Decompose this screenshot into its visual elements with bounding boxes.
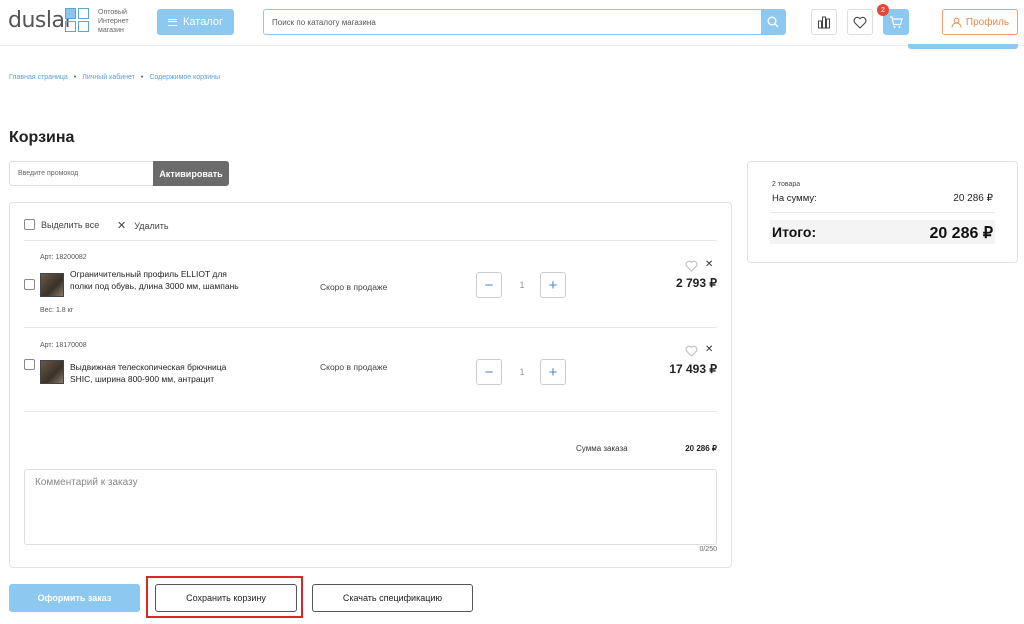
order-comment-field[interactable] [24, 469, 717, 545]
summary-item-count: 2 товара [772, 181, 801, 188]
summary-total-value: 20 286 ₽ [929, 225, 993, 242]
cart-badge: 2 [877, 4, 889, 16]
breadcrumb-cart[interactable]: Содержимое корзины [149, 74, 220, 81]
place-order-button[interactable]: Оформить заказ [9, 584, 140, 612]
summary-total-label: Итого: [772, 224, 817, 240]
logo-sub-line: магазин [98, 27, 124, 34]
search-icon [767, 16, 779, 28]
decrease-quantity-button[interactable]: − [476, 272, 502, 298]
item-weight: Вес: 1.8 кг [40, 307, 74, 314]
delete-label: Удалить [134, 220, 169, 231]
profile-button[interactable]: Профиль [942, 9, 1018, 35]
catalog-button[interactable]: Каталог [157, 9, 234, 35]
favorites-button[interactable] [847, 9, 873, 35]
item-status: Скоро в продаже [320, 362, 388, 372]
item-checkbox[interactable] [24, 359, 35, 370]
profile-label: Профиль [965, 16, 1010, 28]
page-title: Корзина [9, 129, 75, 146]
comment-char-counter: 0/250 [699, 546, 717, 553]
logo-sub-line: Оптовый [98, 9, 127, 16]
cart-icon [890, 16, 903, 28]
save-cart-button[interactable]: Сохранить корзину [155, 584, 297, 612]
item-status: Скоро в продаже [320, 282, 388, 292]
search-input[interactable] [264, 10, 762, 34]
header-accent-strip [908, 44, 1018, 49]
remove-item-icon[interactable]: ✕ [705, 259, 713, 270]
item-thumbnail[interactable] [40, 360, 64, 384]
remove-item-icon[interactable]: ✕ [705, 344, 713, 355]
cart-item: Арт: 18170008 Выдвижная телескопическая … [24, 342, 717, 422]
breadcrumb-separator: • [73, 74, 77, 81]
item-name[interactable]: Выдвижная телескопическая брючница SHIC,… [70, 361, 240, 385]
order-sum-label: Сумма заказа [576, 444, 628, 453]
item-price: 2 793 ₽ [676, 276, 717, 290]
decrease-quantity-button[interactable]: − [476, 359, 502, 385]
breadcrumb-account[interactable]: Личный кабинет [82, 74, 135, 81]
item-article: Арт: 18200082 [40, 254, 87, 261]
item-name[interactable]: Ограничительный профиль ELLIOT для полки… [70, 268, 240, 292]
summary-sum-label: На сумму: [772, 193, 817, 204]
breadcrumb-home[interactable]: Главная страница [9, 74, 68, 81]
item-checkbox[interactable] [24, 279, 35, 290]
heart-icon [853, 16, 867, 29]
breadcrumb-separator: • [140, 74, 144, 81]
logo-subtitle: Оптовый Интернет магазин [98, 8, 138, 35]
compare-icon [818, 16, 830, 29]
header: duslar Оптовый Интернет магазин Каталог … [0, 0, 1024, 46]
download-spec-button[interactable]: Скачать спецификацию [312, 584, 473, 612]
increase-quantity-button[interactable]: + [540, 272, 566, 298]
order-sum-value: 20 286 ₽ [685, 444, 717, 453]
divider [24, 240, 717, 241]
divider [770, 212, 995, 213]
breadcrumb: Главная страница • Личный кабинет • Соде… [9, 74, 220, 81]
search-button[interactable] [761, 10, 785, 34]
logo-sub-line: Интернет [98, 18, 129, 25]
logo-icon [65, 8, 89, 32]
divider [24, 327, 717, 328]
select-all-label: Выделить все [41, 219, 100, 230]
cart-item: Арт: 18200082 Ограничительный профиль EL… [24, 254, 717, 334]
menu-icon [168, 18, 177, 26]
divider [24, 411, 717, 412]
item-thumbnail[interactable] [40, 273, 64, 297]
cart-panel: Выделить все ✕ Удалить Арт: 18200082 Огр… [9, 202, 732, 568]
select-all-checkbox[interactable] [24, 219, 35, 230]
summary-sum-value: 20 286 ₽ [953, 193, 993, 204]
item-quantity[interactable]: 1 [512, 367, 532, 377]
compare-button[interactable] [811, 9, 837, 35]
select-all[interactable]: Выделить все [24, 219, 99, 230]
activate-promo-button[interactable]: Активировать [153, 161, 229, 186]
user-icon [951, 17, 962, 28]
increase-quantity-button[interactable]: + [540, 359, 566, 385]
delete-selected-button[interactable]: ✕ Удалить [117, 219, 169, 232]
heart-icon[interactable] [685, 260, 698, 272]
search-bar [263, 9, 786, 35]
order-summary: 2 товара На сумму: 20 286 ₽ Итого: 20 28… [747, 161, 1018, 263]
item-price: 17 493 ₽ [669, 362, 717, 376]
close-icon: ✕ [117, 220, 127, 232]
catalog-label: Каталог [183, 16, 223, 28]
logo[interactable]: duslar [8, 8, 74, 33]
heart-icon[interactable] [685, 345, 698, 357]
item-article: Арт: 18170008 [40, 342, 87, 349]
promo-code-input[interactable] [9, 161, 153, 186]
item-quantity[interactable]: 1 [512, 280, 532, 290]
